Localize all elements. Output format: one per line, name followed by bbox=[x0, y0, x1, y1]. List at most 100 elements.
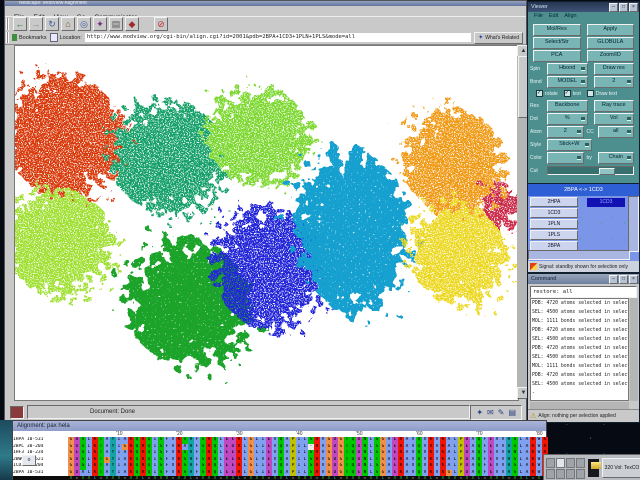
workspace-cell-2[interactable] bbox=[566, 458, 575, 468]
task-button[interactable]: 320 Vol: TexCO bbox=[602, 458, 640, 478]
console-vertical-scrollbar[interactable] bbox=[630, 298, 638, 401]
molecule-viewport[interactable] bbox=[14, 45, 519, 401]
stop-icon[interactable]: ⊘ bbox=[154, 17, 168, 31]
structure-item-1pls[interactable]: 1PLS bbox=[530, 230, 578, 240]
structure-item-1pln[interactable]: 1PLN bbox=[530, 219, 578, 229]
structure-red[interactable] bbox=[15, 76, 122, 196]
structure-item-1cd3[interactable]: 1CD3 bbox=[530, 208, 578, 218]
list-vertical-scrollbar[interactable] bbox=[628, 196, 639, 252]
console-log[interactable]: PDB: 4720 atoms selected in selection 1S… bbox=[530, 298, 629, 401]
atom-all-dropdown[interactable]: all bbox=[598, 126, 635, 138]
alignment-titlebar[interactable]: Alignment: pax hela bbox=[13, 421, 546, 431]
model-number-dropdown[interactable]: 2 bbox=[594, 76, 635, 88]
console-titlebar[interactable]: Command – □ × bbox=[528, 274, 639, 284]
color-label: Color bbox=[530, 155, 544, 161]
viewer-menu-file[interactable]: File bbox=[534, 13, 543, 19]
workspace-pager bbox=[546, 458, 585, 479]
mailbox-icon[interactable]: ✉ bbox=[487, 408, 494, 417]
option-menu-indicator bbox=[585, 143, 589, 147]
workspace-cell-4[interactable] bbox=[546, 469, 555, 479]
command-input[interactable]: restore: all bbox=[530, 286, 637, 298]
spin-label: Spin bbox=[530, 66, 544, 72]
workspace-cell-6[interactable] bbox=[566, 469, 575, 479]
viewer-menu-edit[interactable]: Edit bbox=[549, 13, 558, 19]
minimize-icon[interactable]: – bbox=[609, 275, 618, 284]
whats-related-button[interactable]: ✦What's Related bbox=[474, 32, 523, 44]
workspace-cell-3[interactable] bbox=[576, 458, 585, 468]
dot-label: Dot bbox=[530, 116, 544, 122]
alignment-title: Alignment: pax hela bbox=[17, 423, 70, 429]
checkbox-text[interactable]: ✓text bbox=[564, 90, 581, 97]
consensus-row[interactable]: X=XXC=XXX=XXC=XXX=XXC=XXX=XXC=XXX=XXC=XX… bbox=[13, 476, 548, 480]
globula-button[interactable]: GLOBULA bbox=[587, 37, 635, 49]
desktop: Netscape: ModView Alignment FileEditView… bbox=[0, 0, 640, 480]
selected-structure[interactable]: 1CD3 bbox=[587, 198, 625, 207]
dot-vol-dropdown[interactable]: Vol bbox=[594, 113, 635, 125]
composer-icon[interactable]: ✎ bbox=[498, 408, 505, 417]
checkbox-rotate[interactable]: ✓rotate bbox=[536, 90, 558, 97]
raytrace-button[interactable]: Ray trace bbox=[594, 100, 635, 112]
structure-chartreuse[interactable] bbox=[207, 89, 311, 185]
home-icon[interactable]: ⌂ bbox=[61, 17, 75, 31]
bookmarks-button[interactable]: Bookmarks bbox=[12, 34, 47, 41]
select-str-button[interactable]: Select/Str bbox=[533, 37, 581, 49]
forward-icon[interactable]: → bbox=[29, 17, 43, 31]
pca-button[interactable]: PCA bbox=[533, 50, 581, 62]
url-input[interactable]: http://www.modview.org/cgi-bin/align.cgi… bbox=[85, 33, 471, 42]
cut-label: Cut bbox=[530, 168, 544, 174]
backbone-button[interactable]: Backbone bbox=[547, 100, 588, 112]
structure-cyan-solid[interactable] bbox=[297, 151, 407, 311]
viewer-titlebar[interactable]: Viewer – □ × bbox=[528, 2, 639, 12]
monitor-icon[interactable] bbox=[588, 459, 599, 477]
partial-window-button[interactable]: o bbox=[22, 455, 36, 466]
maximize-icon[interactable]: □ bbox=[619, 275, 628, 284]
checkbox-draw-text[interactable]: Draw text bbox=[587, 90, 617, 97]
zoom-id-button[interactable]: Zoom/ID bbox=[587, 50, 635, 62]
component-bar: ✦ ✉ ✎▤ bbox=[470, 405, 522, 420]
mol-res-button[interactable]: Mol/Res bbox=[533, 24, 581, 36]
cut-slider-thumb[interactable] bbox=[599, 168, 615, 175]
apply-button[interactable]: Apply bbox=[587, 24, 635, 36]
guide-icon[interactable]: ✦ bbox=[93, 17, 107, 31]
close-icon[interactable]: × bbox=[629, 275, 638, 284]
viewer-control-window: Viewer – □ × File Edit Align Mol/Res Apply… bbox=[527, 1, 640, 184]
workspace-cell-0[interactable] bbox=[546, 458, 555, 468]
structure-orange[interactable] bbox=[404, 110, 504, 214]
model-dropdown[interactable]: MODEL bbox=[547, 76, 588, 88]
structure-yellowgreen[interactable] bbox=[15, 190, 114, 294]
console-horizontal-scrollbar[interactable] bbox=[530, 402, 629, 409]
viewer-menu-align[interactable]: Align bbox=[564, 13, 576, 19]
discussions-icon[interactable]: ▤ bbox=[508, 408, 516, 417]
console-title: Command bbox=[531, 276, 556, 282]
workspace-cell-5[interactable] bbox=[556, 469, 565, 479]
reload-icon[interactable]: ↻ bbox=[45, 17, 59, 31]
workspace-cell-1[interactable] bbox=[556, 458, 565, 468]
cut-slider[interactable] bbox=[547, 166, 634, 175]
structure-item-2hpa[interactable]: 2HPA bbox=[530, 197, 578, 207]
color-dropdown[interactable] bbox=[547, 152, 584, 164]
page-proxy-icon[interactable] bbox=[50, 33, 58, 42]
security-icon[interactable]: ◆ bbox=[125, 17, 139, 31]
minimize-icon[interactable]: – bbox=[609, 3, 618, 12]
color-by-dropdown[interactable]: Chain bbox=[598, 152, 635, 164]
structure-seagreen[interactable] bbox=[111, 103, 227, 213]
toolbar-grip[interactable] bbox=[6, 18, 9, 29]
spin-dropdown[interactable]: Hbond bbox=[547, 63, 588, 75]
maximize-icon[interactable]: □ bbox=[619, 3, 628, 12]
draw-res-button[interactable]: Draw res bbox=[594, 63, 635, 75]
close-icon[interactable]: × bbox=[629, 3, 638, 12]
atom-dropdown[interactable]: 2 bbox=[547, 126, 584, 138]
locationbar-grip[interactable] bbox=[6, 32, 9, 42]
print-icon[interactable]: ▤ bbox=[109, 17, 123, 31]
list-horizontal-scrollbar[interactable] bbox=[528, 250, 630, 260]
signal-icon bbox=[530, 263, 537, 270]
search-icon[interactable]: ◎ bbox=[77, 17, 91, 31]
back-icon[interactable]: ← bbox=[13, 17, 27, 31]
security-status-icon[interactable] bbox=[10, 406, 24, 419]
style-dropdown[interactable]: Stick+W bbox=[547, 139, 592, 151]
cc-label: CC bbox=[587, 129, 595, 135]
workspace-cell-7[interactable] bbox=[576, 469, 585, 479]
navigator-icon[interactable]: ✦ bbox=[476, 408, 483, 417]
dot-percent-dropdown[interactable]: % bbox=[547, 113, 588, 125]
option-menu-indicator bbox=[627, 80, 631, 84]
